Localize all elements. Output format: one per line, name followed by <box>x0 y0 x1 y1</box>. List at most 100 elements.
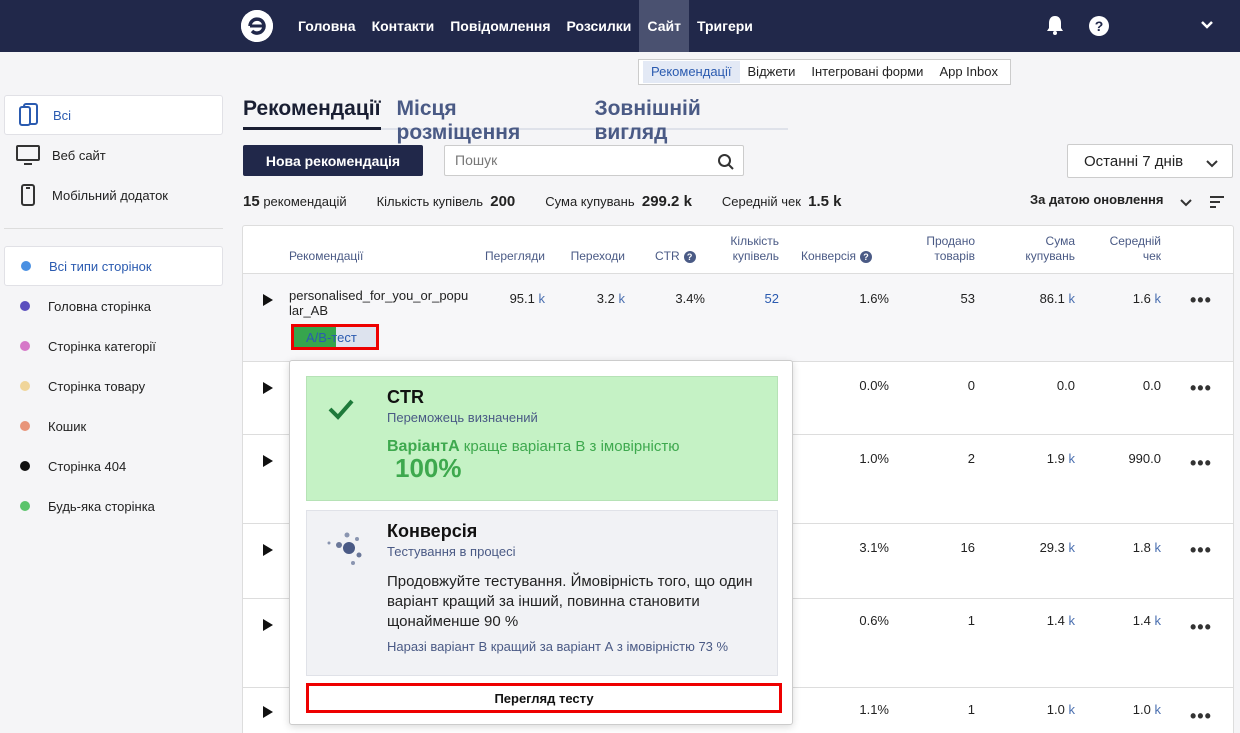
color-dot-icon <box>20 341 30 351</box>
col-header-purchases[interactable]: Кількість купівель <box>703 234 779 264</box>
cell-views: 95.1 k <box>509 291 545 306</box>
subtab-embedded-forms[interactable]: Інтегровані форми <box>803 61 931 83</box>
more-icon[interactable]: ••• <box>1190 290 1212 311</box>
cell-avg: 1.0 k <box>1132 702 1161 717</box>
more-icon[interactable]: ••• <box>1190 617 1212 638</box>
stat-count: 15 рекомендацій <box>243 192 347 210</box>
view-test-button[interactable]: Перегляд тесту <box>306 683 782 713</box>
conversion-subtitle: Тестування в процесі <box>387 544 516 559</box>
cell-sold: 53 <box>960 291 975 306</box>
sidebar-item-cart[interactable]: Кошик <box>4 406 223 446</box>
play-icon[interactable] <box>263 382 273 394</box>
cell-purchases[interactable]: 52 <box>703 291 779 306</box>
sidebar-item-all-page-types[interactable]: Всі типи сторінок <box>4 246 223 286</box>
play-icon[interactable] <box>263 706 273 718</box>
more-icon[interactable]: ••• <box>1190 540 1212 561</box>
cell-clicks: 3.2 k <box>596 291 625 306</box>
stats-bar: 15 рекомендацій Кількість купівель 200 С… <box>243 192 872 210</box>
color-dot-icon <box>20 501 30 511</box>
subtab-app-inbox[interactable]: App Inbox <box>931 61 1006 83</box>
sidebar-item-label: Сторінка 404 <box>48 458 127 474</box>
sidebar-item-label: Кошик <box>48 418 87 434</box>
subtab-recommendations[interactable]: Рекомендації <box>643 61 740 83</box>
cell-avg: 990.0 <box>1128 451 1161 466</box>
sidebar-divider <box>4 228 223 229</box>
more-icon[interactable]: ••• <box>1190 378 1212 399</box>
sort-order-icon[interactable] <box>1210 196 1224 211</box>
sidebar-item-website[interactable]: Веб сайт <box>4 135 223 175</box>
cell-sum: 29.3 k <box>1039 540 1075 555</box>
nav-mailings[interactable]: Розсилки <box>559 0 640 52</box>
top-navbar: Головна Контакти Повідомлення Розсилки С… <box>0 0 1240 52</box>
sidebar-item-mobile-app[interactable]: Мобільний додаток <box>4 175 223 215</box>
logo-icon[interactable] <box>241 10 273 42</box>
new-recommendation-button[interactable]: Нова рекомендація <box>243 145 423 176</box>
sidebar-item-label: Будь-яка сторінка <box>48 498 155 514</box>
tab-appearance[interactable]: Зовнішній вигляд <box>594 97 772 144</box>
col-header-avg[interactable]: Середній чек <box>1089 234 1161 264</box>
col-header-sum[interactable]: Сума купувань <box>1003 234 1075 264</box>
sidebar-item-label: Всі типи сторінок <box>49 258 152 274</box>
color-dot-icon <box>20 381 30 391</box>
col-header-name[interactable]: Рекомендації <box>289 249 363 264</box>
cell-sold: 2 <box>967 451 975 466</box>
help-icon[interactable]: ? <box>1089 16 1109 36</box>
cell-sum: 0.0 <box>1056 378 1075 393</box>
col-header-views[interactable]: Перегляди <box>473 249 545 264</box>
stat-avg-check: Середній чек 1.5 k <box>721 192 842 210</box>
play-icon[interactable] <box>263 455 273 467</box>
phone-icon <box>16 183 40 207</box>
color-dot-icon <box>21 261 31 271</box>
nav-site[interactable]: Сайт <box>639 0 689 52</box>
cell-avg: 0.0 <box>1142 378 1161 393</box>
sidebar-item-home-page[interactable]: Головна сторінка <box>4 286 223 326</box>
nav-messages[interactable]: Повідомлення <box>442 0 558 52</box>
sidebar-item-404-page[interactable]: Сторінка 404 <box>4 446 223 486</box>
table-row[interactable]: personalised_for_you_or_popular_AB 95.1 … <box>243 273 1233 361</box>
period-select[interactable]: Останні 7 днів <box>1067 144 1233 178</box>
tab-placements[interactable]: Місця розміщення <box>397 97 579 144</box>
recommendation-name[interactable]: personalised_for_you_or_popular_AB <box>289 288 469 318</box>
tab-recommendations[interactable]: Рекомендації <box>243 97 381 130</box>
sidebar-item-product-page[interactable]: Сторінка товару <box>4 366 223 406</box>
sidebar-item-any-page[interactable]: Будь-яка сторінка <box>4 486 223 526</box>
nav-contacts[interactable]: Контакти <box>364 0 443 52</box>
period-value: Останні 7 днів <box>1084 152 1184 170</box>
sidebar-item-all[interactable]: Всі <box>4 95 223 135</box>
more-icon[interactable]: ••• <box>1190 706 1212 727</box>
ab-test-badge[interactable]: A/B-тест <box>291 324 379 350</box>
sidebar-item-label: Сторінка товару <box>48 378 146 394</box>
help-icon[interactable]: ? <box>860 251 873 263</box>
play-icon[interactable] <box>263 544 273 556</box>
all-devices-icon <box>17 103 41 127</box>
conversion-advice: Продовжуйте тестування. Ймовірність того… <box>387 573 753 630</box>
nav-triggers[interactable]: Тригери <box>689 0 761 52</box>
sidebar-item-category-page[interactable]: Сторінка категорії <box>4 326 223 366</box>
chevron-down-icon[interactable] <box>1199 17 1215 36</box>
cell-sum: 1.9 k <box>1046 451 1075 466</box>
col-header-conversion[interactable]: Конверсія? <box>801 249 873 264</box>
sidebar-item-label: Сторінка категорії <box>48 338 156 354</box>
search-input[interactable] <box>455 152 705 168</box>
ctr-title: CTR <box>387 387 424 407</box>
col-header-sold[interactable]: Продано товарів <box>903 234 975 264</box>
bell-icon[interactable] <box>1046 15 1064 38</box>
sort-select[interactable]: За датою оновлення <box>1030 192 1192 207</box>
cell-avg: 1.4 k <box>1132 613 1161 628</box>
cell-conversion: 3.1% <box>859 540 889 555</box>
chevron-down-icon <box>1206 156 1218 173</box>
subtab-widgets[interactable]: Віджети <box>740 61 804 83</box>
col-header-ctr[interactable]: CTR? <box>655 249 696 264</box>
cell-conversion: 1.6% <box>859 291 889 306</box>
play-icon[interactable] <box>263 619 273 631</box>
color-dot-icon <box>20 301 30 311</box>
search-box <box>444 145 744 176</box>
col-header-clicks[interactable]: Переходи <box>553 249 625 264</box>
nav-home[interactable]: Головна <box>290 0 364 52</box>
play-icon[interactable] <box>263 294 273 306</box>
chevron-down-icon <box>1180 196 1192 211</box>
cell-ctr: 3.4% <box>675 291 705 306</box>
search-icon[interactable] <box>717 153 735 174</box>
help-icon[interactable]: ? <box>683 251 696 263</box>
more-icon[interactable]: ••• <box>1190 453 1212 474</box>
